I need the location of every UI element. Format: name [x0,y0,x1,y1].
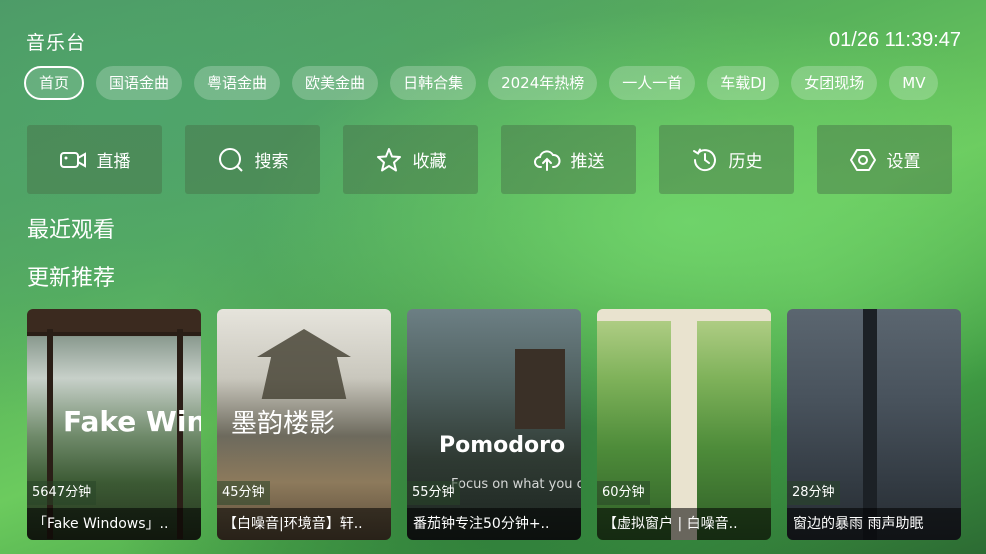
recent-section-title: 最近观看 [27,218,116,243]
duration-badge: 5647分钟 [27,481,97,505]
video-thumbnail [597,309,771,540]
video-card[interactable]: 墨韵楼影 45分钟 【白噪音|环境音】轩.. [217,309,391,540]
video-camera-icon [59,151,86,168]
tab-cantonese-hits[interactable]: 粤语金曲 [194,66,281,100]
history-label: 历史 [728,152,763,172]
duration-badge: 60分钟 [597,481,650,505]
duration-badge: 28分钟 [787,481,840,505]
search-button[interactable]: 搜索 [185,125,320,194]
tab-2024-charts[interactable]: 2024年热榜 [488,66,598,100]
tab-jp-kr-collection[interactable]: 日韩合集 [390,66,477,100]
thumb-title-text: Pomodoro [439,433,566,458]
video-title: 「Fake Windows」.. [27,508,201,540]
search-label: 搜索 [254,152,289,172]
search-icon [218,147,243,172]
duration-badge: 55分钟 [407,481,460,505]
tab-home[interactable]: 首页 [24,66,85,100]
thumb-subtitle-text: Focus on what you can achieve [451,477,581,492]
star-icon [376,147,401,171]
video-title: 【虚拟窗户 | 白噪音.. [597,508,771,540]
tab-car-dj[interactable]: 车载DJ [707,66,780,100]
video-title: 【白噪音|环境音】轩.. [217,508,391,540]
clock: 01/26 11:39:47 [829,29,961,51]
video-card[interactable]: Pomodoro Focus on what you can achieve 5… [407,309,581,540]
push-label: 推送 [570,152,605,172]
push-button[interactable]: 推送 [501,125,636,194]
thumb-title-text: Fake Windo [63,405,201,438]
tab-one-per-artist[interactable]: 一人一首 [609,66,696,100]
settings-label: 设置 [886,152,921,172]
live-label: 直播 [96,152,131,172]
video-title: 窗边的暴雨 雨声助眠 [787,508,961,540]
settings-icon [849,148,876,171]
updates-section-title: 更新推荐 [27,266,116,291]
recommend-list: Fake Windo 5647分钟 「Fake Windows」.. 墨韵楼影 … [27,309,961,540]
live-button[interactable]: 直播 [27,125,162,194]
tab-girl-group-live[interactable]: 女团现场 [791,66,878,100]
video-thumbnail [787,309,961,540]
cloud-upload-icon [533,149,560,171]
thumb-title-text: 墨韵楼影 [231,409,336,439]
video-thumbnail: Pomodoro Focus on what you can achieve [407,309,581,540]
tab-western-hits[interactable]: 欧美金曲 [292,66,379,100]
quick-actions: 直播 搜索 收藏 推送 历史 设置 [27,125,952,194]
history-icon [692,148,716,171]
favorites-button[interactable]: 收藏 [343,125,478,194]
video-card[interactable]: Fake Windo 5647分钟 「Fake Windows」.. [27,309,201,540]
video-title: 番茄钟专注50分钟+.. [407,508,581,540]
favorites-label: 收藏 [412,152,447,172]
app-title: 音乐台 [26,32,87,54]
video-thumbnail: Fake Windo [27,309,201,540]
settings-button[interactable]: 设置 [817,125,952,194]
history-button[interactable]: 历史 [659,125,794,194]
tab-mv[interactable]: MV [889,66,939,100]
video-thumbnail: 墨韵楼影 [217,309,391,540]
video-card[interactable]: 28分钟 窗边的暴雨 雨声助眠 [787,309,961,540]
tab-mandarin-hits[interactable]: 国语金曲 [96,66,183,100]
category-tabs: 首页 国语金曲 粤语金曲 欧美金曲 日韩合集 2024年热榜 一人一首 车载DJ… [24,66,986,100]
video-card[interactable]: 60分钟 【虚拟窗户 | 白噪音.. [597,309,771,540]
duration-badge: 45分钟 [217,481,270,505]
